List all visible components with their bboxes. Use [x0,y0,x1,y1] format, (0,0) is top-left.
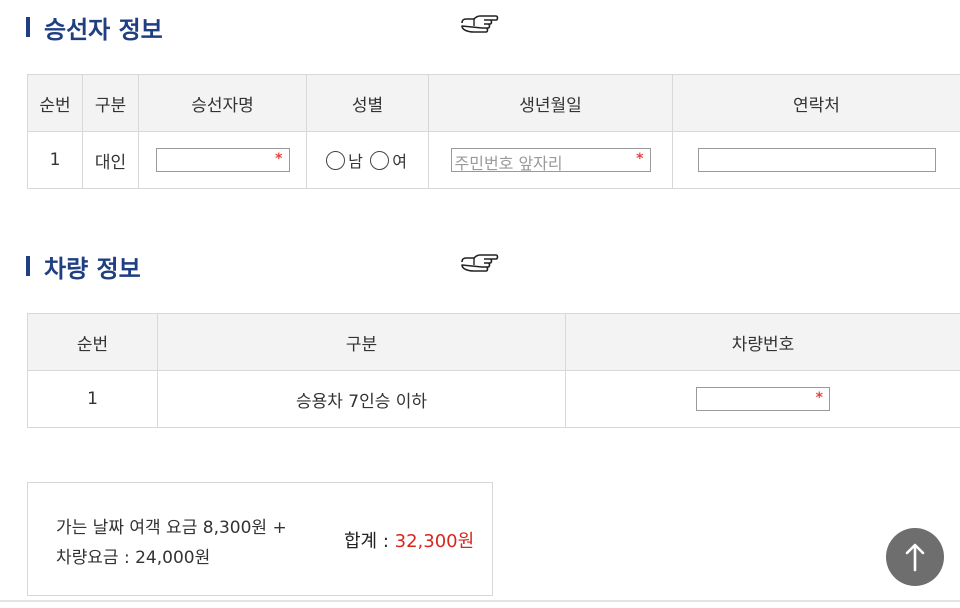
vehicle-section-title: 차량 정보 [26,251,141,283]
header-no: 순번 [27,74,83,132]
vehicle-table: 순번 구분 차량번호 1 승용차 7인승 이하 * [27,313,960,428]
passenger-table: 순번 구분 승선자명 성별 생년월일 연락처 1 대인 * 남 여 주민번호 앞… [27,74,960,189]
row-no: 1 [27,370,158,428]
fare-total: 합계 : 32,300원 [344,527,474,553]
birthdate-placeholder: 주민번호 앞자리 [454,154,563,173]
passenger-name-input[interactable]: * [155,148,290,172]
table-header-row: 순번 구분 승선자명 성별 생년월일 연락처 [27,74,960,132]
row-type: 대인 [82,131,139,189]
title-accent-bar [26,256,30,276]
plate-number-cell: * [565,370,960,428]
header-passenger-name: 승선자명 [138,74,307,132]
fare-total-amount: 32,300원 [394,531,475,552]
header-type: 구분 [157,313,566,371]
scroll-top-button[interactable] [886,528,944,586]
fare-summary-box: 가는 날짜 여객 요금 8,300원 + 차량요금 : 24,000원 합계 :… [27,482,493,596]
passenger-section-title-text: 승선자 정보 [44,15,163,44]
header-gender: 성별 [306,74,429,132]
header-plate-number: 차량번호 [565,313,960,371]
gender-female-radio[interactable] [370,150,390,170]
passenger-section-title: 승선자 정보 [26,12,163,44]
header-birthdate: 생년월일 [428,74,673,132]
passenger-name-cell: * [138,131,307,189]
vehicle-section-title-text: 차량 정보 [44,254,141,283]
bottom-divider [0,600,960,602]
required-mark: * [275,151,283,167]
row-no: 1 [27,131,83,189]
birthdate-cell: 주민번호 앞자리 * [428,131,673,189]
required-mark: * [636,151,644,167]
fare-total-label: 합계 : [344,531,389,552]
gender-male-radio[interactable] [326,150,346,170]
pointing-hand-icon [461,15,499,33]
header-no: 순번 [27,313,158,371]
fare-passenger-amount: 8,300원 + [202,518,287,538]
birthdate-input[interactable]: 주민번호 앞자리 * [450,148,651,173]
gender-cell: 남 여 [306,131,429,189]
contact-input[interactable] [697,148,936,172]
arrow-up-icon [905,543,925,572]
header-contact: 연락처 [672,74,960,132]
pointing-hand-icon [461,254,499,272]
fare-passenger-label: 가는 날짜 여객 요금 [56,518,198,538]
gender-male-label: 남 [348,152,363,171]
header-type: 구분 [82,74,139,132]
gender-female-label: 여 [392,152,407,171]
fare-line-vehicle: 차량요금 : 24,000원 [56,548,211,568]
plate-number-input[interactable]: * [696,387,830,411]
row-vehicle-type: 승용차 7인승 이하 [157,370,566,428]
fare-line-passenger: 가는 날짜 여객 요금 8,300원 + [56,513,287,538]
title-accent-bar [26,17,30,37]
table-row: 1 대인 * 남 여 주민번호 앞자리 * [27,131,960,189]
required-mark: * [815,390,823,406]
table-header-row: 순번 구분 차량번호 [27,313,960,371]
contact-cell [672,131,960,189]
table-row: 1 승용차 7인승 이하 * [27,370,960,428]
